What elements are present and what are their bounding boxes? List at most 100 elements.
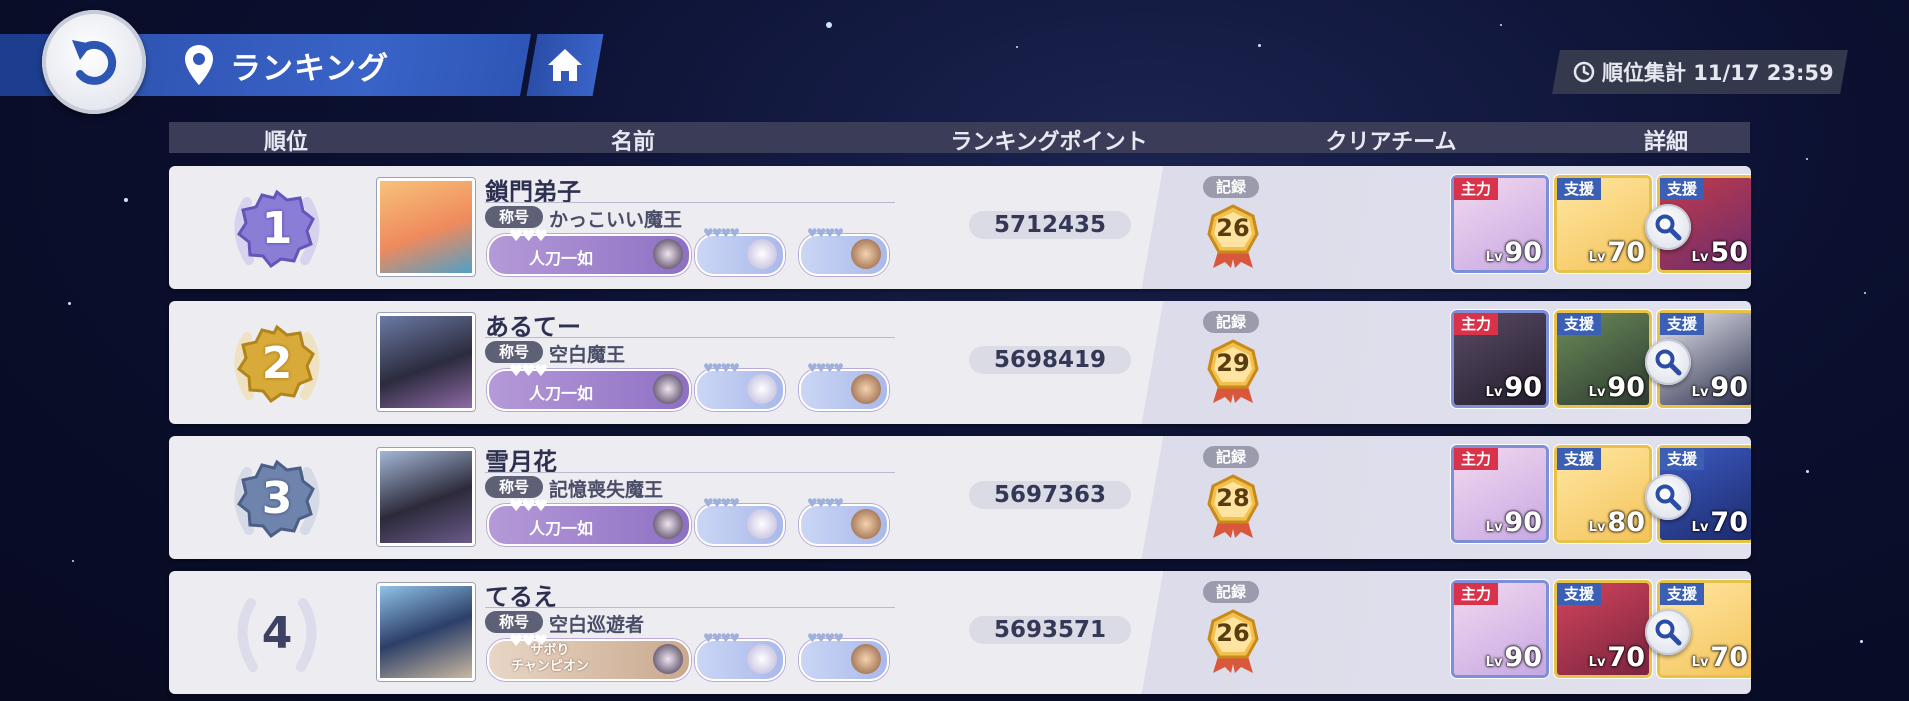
- clock-icon: [1573, 61, 1595, 83]
- level-prefix: Lv: [1588, 520, 1606, 535]
- record-tag: 記録: [1203, 581, 1259, 603]
- character-face-icon: [851, 374, 881, 404]
- rank-badge: 1: [227, 182, 327, 274]
- location-pin-icon: [185, 45, 213, 85]
- achievement-badge[interactable]: ♥♥♥♥: [695, 496, 785, 546]
- team-role-label: 支援: [1557, 448, 1602, 470]
- detail-button[interactable]: [1645, 609, 1691, 655]
- team-level: Lv70: [1692, 507, 1748, 538]
- level-value: 70: [1607, 237, 1645, 268]
- character-face-icon: [747, 509, 777, 539]
- team-member-support[interactable]: 支援 Lv80: [1557, 448, 1649, 540]
- detail-button[interactable]: [1645, 339, 1691, 385]
- team-level: Lv50: [1692, 237, 1748, 268]
- record-value: 26: [1216, 214, 1250, 242]
- achievement-badge[interactable]: ♥♥♥♥: [695, 226, 785, 276]
- achievement-badge[interactable]: ♥♥♥♥: [799, 631, 889, 681]
- achievement-badge[interactable]: ♥♥♥♥: [799, 226, 889, 276]
- back-arrow-icon: [72, 40, 117, 85]
- team-member-support[interactable]: 支援 Lv70: [1557, 583, 1649, 675]
- level-prefix: Lv: [1485, 520, 1503, 535]
- name-divider: [485, 202, 895, 203]
- level-prefix: Lv: [1485, 385, 1503, 400]
- team-level: Lv90: [1589, 372, 1645, 403]
- team-role-label: 支援: [1557, 178, 1602, 200]
- level-prefix: Lv: [1588, 655, 1606, 670]
- achievement-badge[interactable]: ♥♥♥♥: [695, 631, 785, 681]
- team-role-label: 主力: [1454, 583, 1499, 605]
- record-medal: 26: [1205, 609, 1261, 675]
- character-face-icon: [851, 239, 881, 269]
- player-title: 空白巡遊者: [549, 614, 645, 636]
- hearts-icon: ♥♥♥♥: [807, 631, 844, 645]
- deadline-text: 順位集計 11/17 23:59: [1602, 61, 1834, 85]
- team-member-main[interactable]: 主力 Lv90: [1454, 448, 1546, 540]
- main-achievement-badge[interactable]: ♥♥♥ 人刀一如: [487, 361, 691, 411]
- achievement-badge[interactable]: ♥♥♥♥: [799, 496, 889, 546]
- team-level: Lv90: [1692, 372, 1748, 403]
- column-name: 名前: [610, 130, 656, 155]
- ranking-row[interactable]: 4 てるえ 称号 空白巡遊者 ♥♥♥ サボり チャンピオン ♥♥♥♥ ♥♥♥♥ …: [169, 571, 1751, 694]
- team-level: Lv70: [1589, 237, 1645, 268]
- character-face-icon: [851, 509, 881, 539]
- magnifier-icon: [1655, 214, 1682, 241]
- level-value: 90: [1504, 507, 1542, 538]
- ranking-points: 5698419: [969, 346, 1131, 374]
- main-achievement-badge[interactable]: ♥♥♥ サボり チャンピオン: [487, 631, 691, 681]
- hearts-icon: ♥♥♥♥: [807, 226, 844, 240]
- character-face-icon: [747, 644, 777, 674]
- team-member-support[interactable]: 支援 Lv70: [1557, 178, 1649, 270]
- character-face-icon: [851, 644, 881, 674]
- player-avatar: [377, 448, 475, 546]
- record-tag: 記録: [1203, 446, 1259, 468]
- level-prefix: Lv: [1588, 250, 1606, 265]
- level-prefix: Lv: [1691, 385, 1709, 400]
- home-button[interactable]: [526, 34, 604, 96]
- main-achievement-badge[interactable]: ♥♥♥ 人刀一如: [487, 496, 691, 546]
- ranking-points: 5693571: [969, 616, 1131, 644]
- team-member-main[interactable]: 主力 Lv90: [1454, 178, 1546, 270]
- rank-number: 2: [261, 337, 293, 389]
- hearts-icon: ♥♥♥♥: [703, 496, 740, 510]
- record-value: 26: [1216, 619, 1250, 647]
- back-button[interactable]: [42, 10, 146, 114]
- rank-number: 3: [261, 472, 293, 524]
- level-prefix: Lv: [1588, 385, 1606, 400]
- team-level: Lv90: [1486, 237, 1542, 268]
- name-divider: [485, 607, 895, 608]
- magnifier-icon: [1655, 619, 1682, 646]
- main-achievement-badge[interactable]: ♥♥♥ 人刀一如: [487, 226, 691, 276]
- character-face-icon: [653, 509, 683, 539]
- achievement-badge[interactable]: ♥♥♥♥: [695, 361, 785, 411]
- player-avatar: [377, 583, 475, 681]
- record-tag: 記録: [1203, 176, 1259, 198]
- achievement-label: 人刀一如: [529, 249, 594, 268]
- page-title-group: ランキング: [182, 40, 389, 90]
- team-member-main[interactable]: 主力 Lv90: [1454, 313, 1546, 405]
- ranking-points: 5697363: [969, 481, 1131, 509]
- team-member-main[interactable]: 主力 Lv90: [1454, 583, 1546, 675]
- detail-button[interactable]: [1645, 204, 1691, 250]
- team-member-support[interactable]: 支援 Lv90: [1557, 313, 1649, 405]
- detail-button[interactable]: [1645, 474, 1691, 520]
- team-role-label: 支援: [1557, 313, 1602, 335]
- rank-badge: 2: [227, 317, 327, 409]
- rank-number: 1: [261, 202, 293, 254]
- team-role-label: 主力: [1454, 178, 1499, 200]
- player-title: 空白魔王: [549, 344, 626, 366]
- player-title: 記憶喪失魔王: [549, 479, 664, 501]
- team-role-label: 主力: [1454, 313, 1499, 335]
- hearts-icon: ♥♥♥♥: [807, 496, 844, 510]
- character-face-icon: [747, 374, 777, 404]
- level-prefix: Lv: [1691, 250, 1709, 265]
- ranking-row[interactable]: 3 雪月花 称号 記憶喪失魔王 ♥♥♥ 人刀一如 ♥♥♥♥ ♥♥♥♥ 56973…: [169, 436, 1751, 559]
- character-face-icon: [653, 239, 683, 269]
- level-value: 50: [1710, 237, 1748, 268]
- achievement-badge[interactable]: ♥♥♥♥: [799, 361, 889, 411]
- column-points: ランキングポイント: [950, 130, 1148, 155]
- record-value: 29: [1216, 349, 1250, 377]
- deadline-info: 順位集計 11/17 23:59: [1572, 50, 1842, 94]
- ranking-row[interactable]: 1 鎖門弟子 称号 かっこいい魔王 ♥♥♥ 人刀一如 ♥♥♥♥ ♥♥♥♥ 571…: [169, 166, 1751, 289]
- ranking-row[interactable]: 2 あるてー 称号 空白魔王 ♥♥♥ 人刀一如 ♥♥♥♥ ♥♥♥♥ 569841…: [169, 301, 1751, 424]
- team-role-label: 支援: [1660, 178, 1705, 200]
